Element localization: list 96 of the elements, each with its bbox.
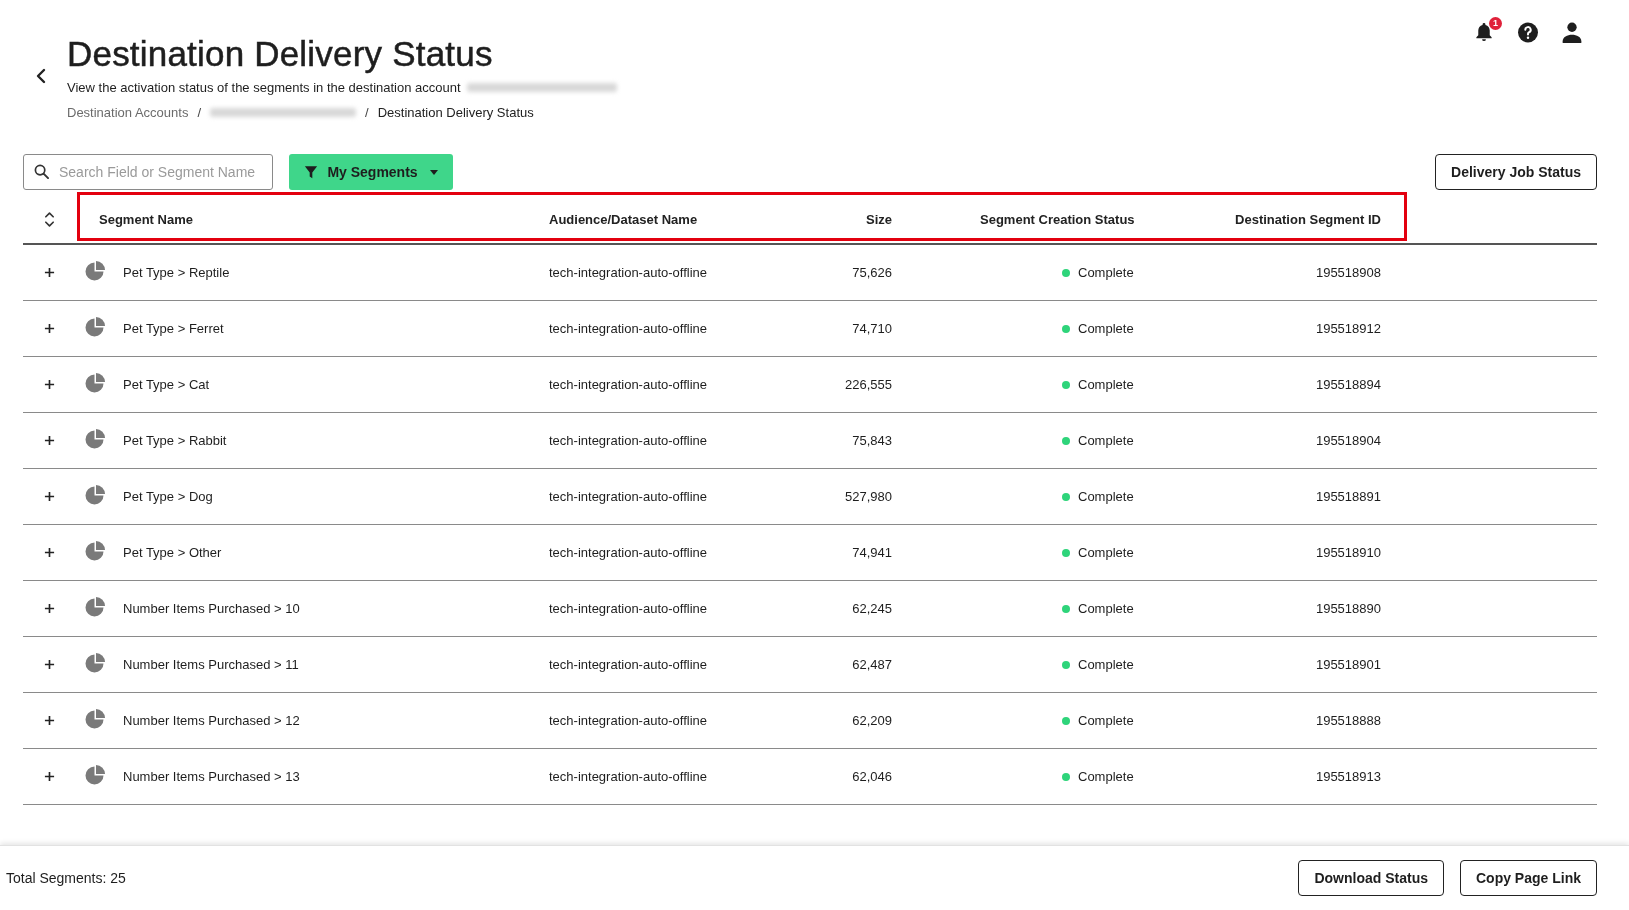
pie-chart-icon	[85, 540, 106, 561]
column-header[interactable]: Audience/Dataset Name	[549, 212, 698, 227]
pie-chart-icon	[85, 596, 106, 617]
audience-name: tech-integration-auto-offline	[549, 713, 708, 728]
pie-chart-icon	[85, 428, 106, 449]
search-icon	[34, 164, 49, 179]
segment-size: 74,710	[852, 321, 892, 336]
segment-size: 75,843	[852, 433, 892, 448]
page-description: View the activation status of the segments in the destination account	[67, 79, 461, 95]
segment-name: Number Items Purchased > 10	[123, 601, 300, 616]
page-title: Destination Delivery Status	[67, 34, 494, 74]
segment-name: Pet Type > Cat	[123, 377, 210, 392]
back-icon[interactable]	[35, 68, 47, 84]
breadcrumb-separator: /	[365, 104, 369, 120]
destination-segment-id: 195518904	[1315, 433, 1381, 448]
breadcrumb-separator: /	[197, 104, 202, 120]
help-icon[interactable]	[1518, 22, 1538, 43]
segment-size: 74,941	[852, 545, 892, 560]
status-text: Complete	[1078, 713, 1134, 728]
status-text: Complete	[1078, 601, 1134, 616]
segment-size: 62,245	[852, 601, 892, 616]
plus-icon[interactable]	[43, 715, 55, 726]
segment-size: 62,209	[852, 713, 892, 728]
status-text: Complete	[1078, 377, 1134, 392]
audience-name: tech-integration-auto-offline	[549, 657, 708, 672]
pie-chart-icon	[85, 316, 106, 337]
destination-segment-id: 195518890	[1315, 601, 1381, 616]
pie-chart-icon	[85, 484, 106, 505]
destination-segment-id: 195518888	[1315, 713, 1381, 728]
segment-size: 62,046	[852, 769, 892, 784]
pie-chart-icon	[85, 372, 106, 393]
breadcrumb-link[interactable]: Destination Accounts	[67, 104, 189, 120]
footer-button[interactable]: Copy Page Link	[1459, 860, 1597, 896]
status-text: Complete	[1078, 433, 1134, 448]
plus-icon[interactable]	[43, 379, 55, 390]
plus-icon[interactable]	[43, 603, 55, 614]
segment-size: 75,626	[852, 265, 892, 280]
audience-name: tech-integration-auto-offline	[549, 265, 708, 280]
audience-name: tech-integration-auto-offline	[549, 601, 708, 616]
plus-icon[interactable]	[43, 547, 55, 558]
status-text: Complete	[1078, 321, 1134, 336]
audience-name: tech-integration-auto-offline	[549, 489, 708, 504]
plus-icon[interactable]	[43, 323, 55, 334]
plus-icon[interactable]	[43, 771, 55, 782]
filter-button[interactable]: My Segments	[289, 154, 453, 190]
breadcrumb-current: Destination Delivery Status	[377, 104, 534, 120]
delivery-job-status-button[interactable]: Delivery Job Status	[1435, 154, 1597, 190]
plus-icon[interactable]	[43, 491, 55, 502]
pie-chart-icon	[85, 708, 106, 729]
destination-segment-id: 195518901	[1315, 657, 1381, 672]
column-header[interactable]: Size	[866, 212, 892, 227]
footer-button[interactable]: Download Status	[1298, 860, 1444, 896]
caret-icon	[429, 169, 438, 175]
audience-name: tech-integration-auto-offline	[549, 377, 708, 392]
status-text: Complete	[1078, 769, 1134, 784]
audience-name: tech-integration-auto-offline	[549, 769, 708, 784]
search-field[interactable]: Search Field or Segment Name	[23, 154, 273, 190]
segment-size: 226,555	[845, 377, 892, 392]
segment-size: 527,980	[845, 489, 892, 504]
destination-segment-id: 195518912	[1315, 321, 1381, 336]
segment-name: Number Items Purchased > 13	[123, 769, 300, 784]
funnel-icon	[304, 165, 319, 179]
destination-segment-id: 195518891	[1315, 489, 1381, 504]
segment-name: Pet Type > Dog	[123, 489, 213, 504]
status-text: Complete	[1078, 265, 1134, 280]
bell-icon[interactable]	[1474, 22, 1494, 43]
segment-name: Pet Type > Ferret	[123, 321, 224, 336]
pie-chart-icon	[85, 652, 106, 673]
total-segments: Total Segments: 25	[6, 870, 126, 886]
audience-name: tech-integration-auto-offline	[549, 321, 708, 336]
destination-segment-id: 195518913	[1315, 769, 1381, 784]
pie-chart-icon	[85, 260, 106, 281]
segment-name: Number Items Purchased > 11	[123, 657, 299, 672]
destination-segment-id: 195518910	[1315, 545, 1381, 560]
segment-name: Number Items Purchased > 12	[123, 713, 300, 728]
column-header[interactable]: Segment Creation Status	[980, 212, 1135, 227]
status-text: Complete	[1078, 489, 1134, 504]
status-text: Complete	[1078, 657, 1134, 672]
segment-name: Pet Type > Rabbit	[123, 433, 227, 448]
sort-icon[interactable]	[43, 211, 55, 228]
destination-segment-id: 195518894	[1315, 377, 1381, 392]
audience-name: tech-integration-auto-offline	[549, 545, 708, 560]
segment-size: 62,487	[852, 657, 892, 672]
plus-icon[interactable]	[43, 435, 55, 446]
segment-name: Pet Type > Reptile	[123, 265, 230, 280]
pie-chart-icon	[85, 764, 106, 785]
status-text: Complete	[1078, 545, 1134, 560]
segment-name: Pet Type > Other	[123, 545, 222, 560]
column-header[interactable]: Destination Segment ID	[1235, 212, 1381, 227]
notification-badge: 1	[1489, 17, 1502, 30]
destination-segment-id: 195518908	[1315, 265, 1381, 280]
column-header[interactable]: Segment Name	[99, 212, 193, 227]
plus-icon[interactable]	[43, 267, 55, 278]
user-icon[interactable]	[1562, 22, 1582, 43]
audience-name: tech-integration-auto-offline	[549, 433, 708, 448]
plus-icon[interactable]	[43, 659, 55, 670]
